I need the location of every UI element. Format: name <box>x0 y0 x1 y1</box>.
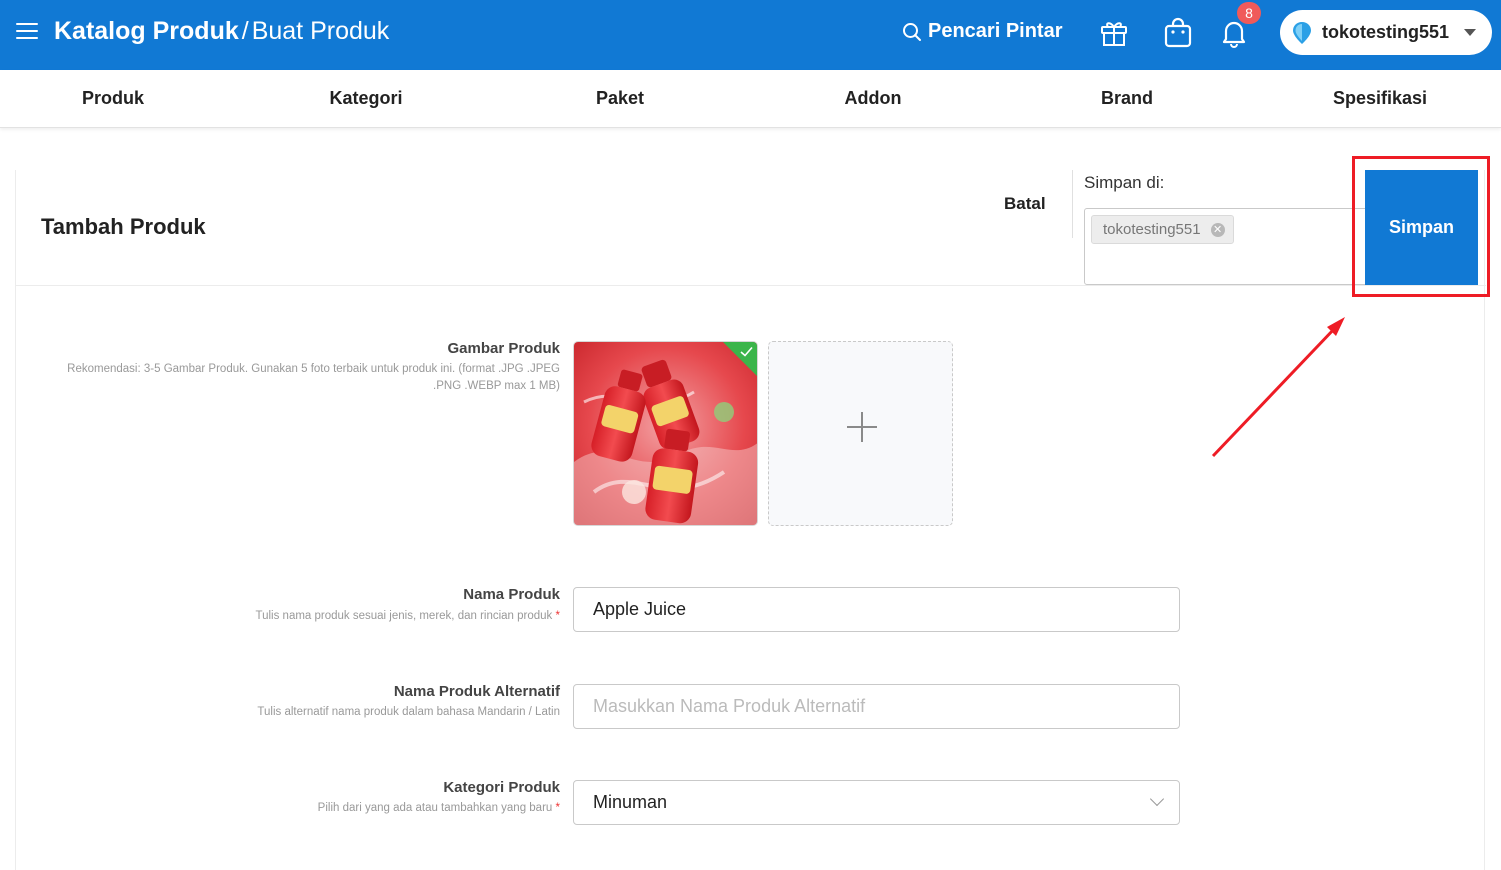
save-in-store-select[interactable]: tokotesting551 ✕ <box>1084 208 1374 285</box>
name-label: Nama Produk <box>463 586 560 603</box>
image-label: Gambar Produk <box>447 340 560 357</box>
tab-kategori[interactable]: Kategori <box>329 88 402 109</box>
category-value: Minuman <box>593 792 668 812</box>
save-button[interactable]: Simpan <box>1365 170 1478 285</box>
smart-search-label: Pencari Pintar <box>928 20 1063 42</box>
breadcrumb-separator: / <box>241 17 249 45</box>
card-header: Tambah Produk Batal Simpan di: tokotesti… <box>16 170 1486 286</box>
tab-produk[interactable]: Produk <box>82 88 144 109</box>
tab-addon[interactable]: Addon <box>845 88 902 109</box>
category-hint: Pilih dari yang ada atau tambahkan yang … <box>317 802 560 814</box>
smart-search-button[interactable]: Pencari Pintar <box>902 20 1063 43</box>
name-hint: Tulis nama produk sesuai jenis, merek, d… <box>255 610 561 622</box>
breadcrumb-current: Buat Produk <box>251 17 390 45</box>
top-header: Katalog Produk / Buat Produk Pencari Pinta… <box>0 0 1501 70</box>
required-mark: * <box>555 610 560 622</box>
product-image-thumbnail[interactable] <box>573 341 758 526</box>
page-title: Tambah Produk <box>41 214 206 239</box>
alt-name-hint: Tulis alternatif nama produk dalam bahas… <box>257 706 560 718</box>
caret-down-icon <box>1464 29 1476 36</box>
cancel-button[interactable]: Batal <box>1004 194 1046 214</box>
breadcrumb-main[interactable]: Katalog Produk <box>54 17 239 45</box>
alt-product-name-input[interactable] <box>573 684 1180 729</box>
check-icon <box>740 346 753 357</box>
notification-badge: 8 <box>1237 2 1261 24</box>
catalog-tabs: Produk Kategori Paket Addon Brand Spesif… <box>0 70 1501 128</box>
alt-name-label: Nama Produk Alternatif <box>393 683 560 700</box>
divider <box>1072 170 1073 238</box>
product-name-input[interactable] <box>573 587 1180 632</box>
shopping-bag-icon[interactable] <box>1162 17 1194 49</box>
category-label: Kategori Produk <box>443 779 560 796</box>
menu-icon[interactable] <box>16 23 38 41</box>
required-mark: * <box>555 802 560 814</box>
category-select[interactable]: Minuman <box>573 780 1180 825</box>
add-image-button[interactable] <box>768 341 953 526</box>
tab-paket[interactable]: Paket <box>596 88 644 109</box>
gift-icon[interactable] <box>1098 17 1130 49</box>
save-in-label: Simpan di: <box>1084 173 1165 192</box>
location-pin-icon <box>1293 21 1311 44</box>
image-hint: Rekomendasi: 3-5 Gambar Produk. Gunakan … <box>67 363 560 392</box>
remove-chip-icon[interactable]: ✕ <box>1210 223 1225 237</box>
store-chip-label: tokotesting551 <box>1103 221 1201 238</box>
chevron-down-icon <box>1149 791 1165 807</box>
tab-brand[interactable]: Brand <box>1101 88 1153 109</box>
search-icon <box>903 22 921 41</box>
store-name: tokotesting551 <box>1322 22 1450 42</box>
breadcrumb: Katalog Produk / Buat Produk <box>54 17 389 46</box>
store-selector[interactable]: tokotesting551 <box>1280 10 1492 55</box>
tab-spesifikasi[interactable]: Spesifikasi <box>1333 88 1427 109</box>
store-chip: tokotesting551 ✕ <box>1091 215 1234 244</box>
